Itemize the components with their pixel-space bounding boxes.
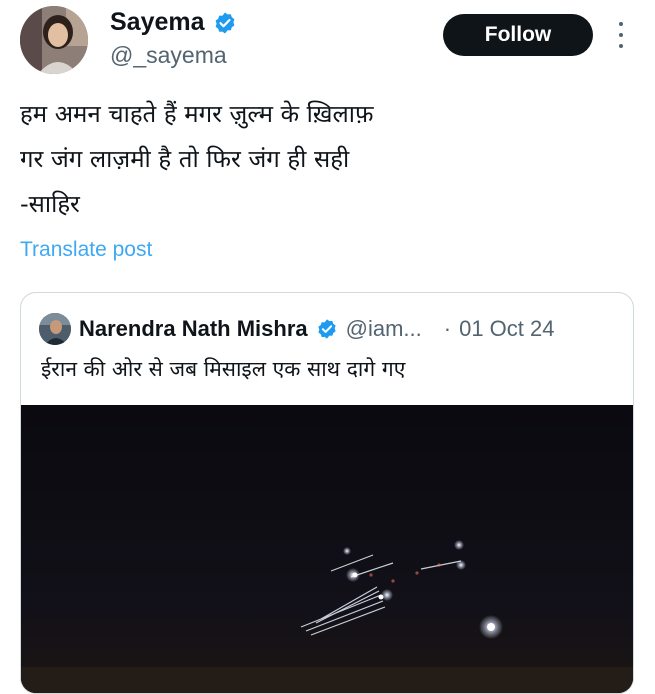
more-options-icon[interactable] bbox=[612, 22, 630, 48]
quoted-post-card[interactable]: Narendra Nath Mishra @iam... · 01 Oct 24… bbox=[20, 292, 634, 694]
quoted-author-handle: @iam... bbox=[345, 316, 422, 341]
author-avatar-image bbox=[20, 6, 88, 74]
author-avatar[interactable] bbox=[20, 6, 88, 74]
translate-post-link[interactable]: Translate post bbox=[20, 238, 152, 262]
author-name[interactable]: Sayema bbox=[110, 8, 205, 37]
quoted-post-video[interactable] bbox=[21, 405, 633, 693]
post-line: गर जंग लाज़मी है तो फिर जंग ही सही bbox=[20, 145, 350, 173]
night-sky-missiles-image bbox=[21, 405, 633, 693]
author-handle[interactable]: @_sayema bbox=[110, 42, 227, 69]
post-header: Sayema @_sayema Follow bbox=[0, 0, 655, 90]
follow-button[interactable]: Follow bbox=[443, 14, 593, 56]
post-line: हम अमन चाहते हैं मगर ज़ुल्म के ख़िलाफ़ bbox=[20, 100, 374, 128]
date-separator: · bbox=[443, 316, 452, 341]
quoted-post-text: ईरान की ओर से जब मिसाइल एक साथ दागे गए bbox=[41, 357, 406, 381]
verified-badge-icon bbox=[215, 12, 234, 33]
quoted-post-date: 01 Oct 24 bbox=[459, 316, 555, 341]
quoted-author-avatar bbox=[39, 313, 71, 345]
author-name-row: Sayema bbox=[110, 8, 237, 37]
quoted-author-avatar-image bbox=[39, 313, 71, 345]
post-text: हम अमन चाहते हैं मगर ज़ुल्म के ख़िलाफ़ ग… bbox=[20, 92, 620, 227]
quoted-post-header: Narendra Nath Mishra @iam... · 01 Oct 24 bbox=[39, 313, 554, 345]
verified-badge-icon bbox=[318, 319, 336, 339]
post-line: -साहिर bbox=[20, 190, 80, 218]
quoted-author-name: Narendra Nath Mishra bbox=[79, 316, 308, 341]
